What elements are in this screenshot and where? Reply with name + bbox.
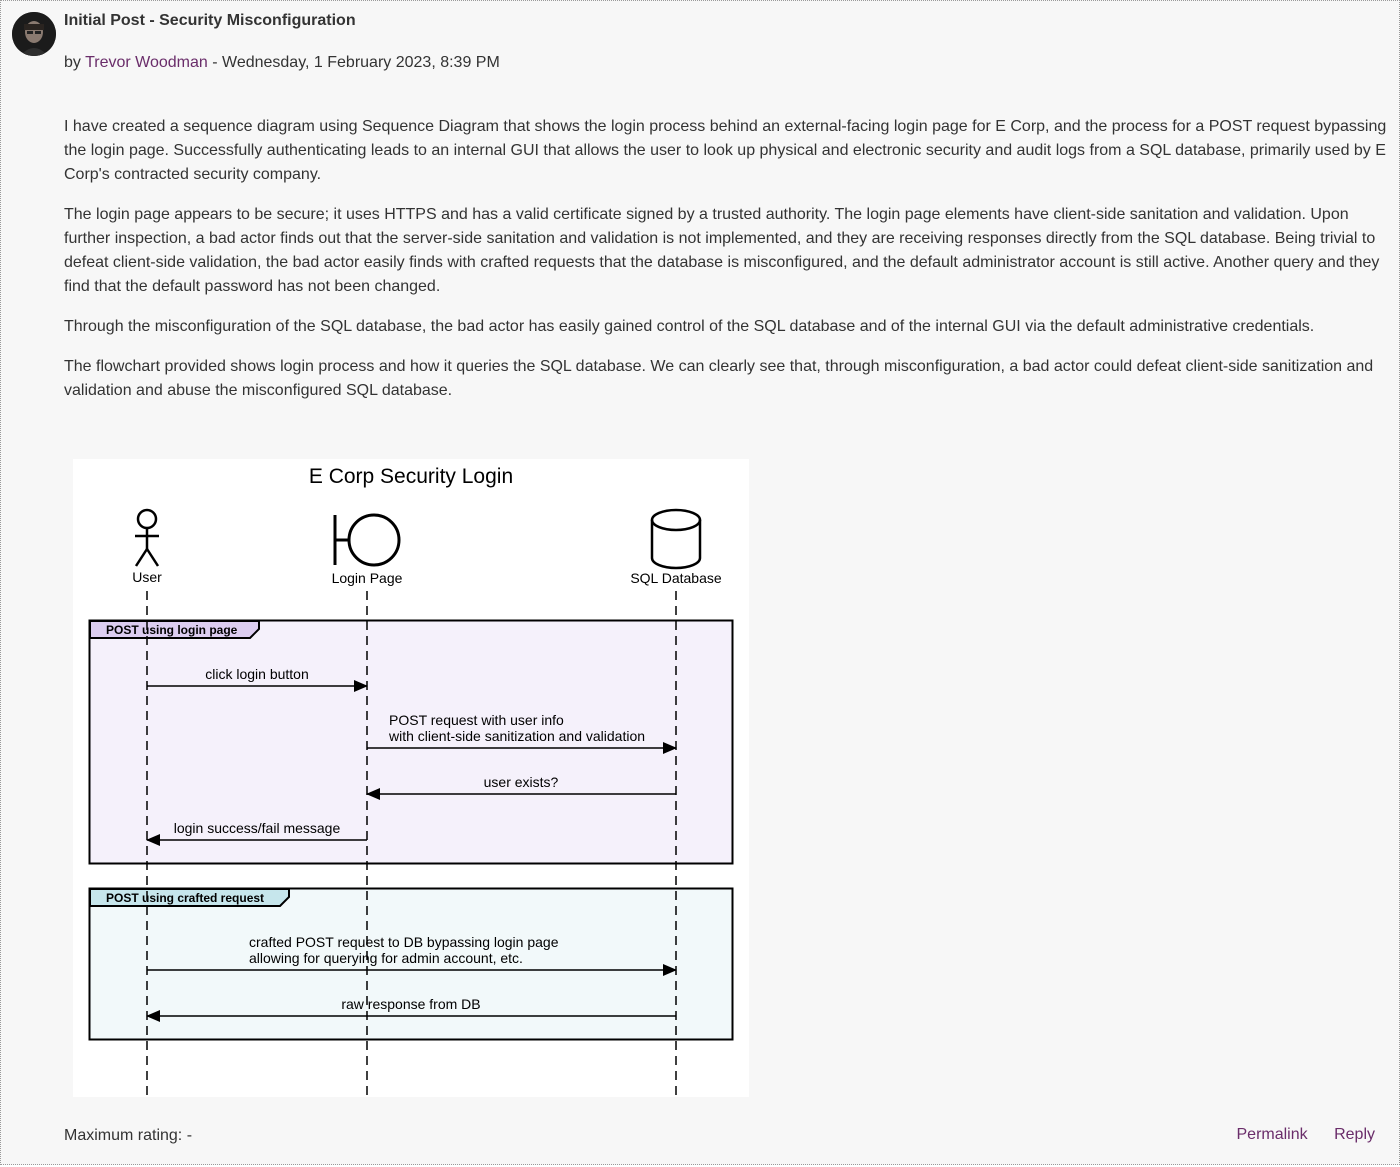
post-byline: by Trevor Woodman - Wednesday, 1 Februar… xyxy=(64,54,500,72)
sequence-diagram-image: E Corp Security Login POST using login p… xyxy=(73,459,749,1097)
group-label-login-page: POST using login page xyxy=(106,623,238,637)
post-paragraph: The flowchart provided shows login proce… xyxy=(64,358,1374,399)
message-label: user exists? xyxy=(484,774,559,790)
message-label: allowing for querying for admin account,… xyxy=(249,950,523,966)
reply-link[interactable]: Reply xyxy=(1334,1126,1375,1143)
message-label: login success/fail message xyxy=(174,820,341,836)
message-label: raw response from DB xyxy=(341,996,480,1012)
forum-post: Initial Post - Security Misconfiguration… xyxy=(0,0,1400,1165)
actor-icon xyxy=(134,508,160,567)
post-subject: Initial Post - Security Misconfiguration xyxy=(64,12,356,29)
byline-prefix: by xyxy=(64,54,86,71)
avatar[interactable] xyxy=(12,12,56,56)
diagram-title: E Corp Security Login xyxy=(309,465,513,488)
sequence-diagram: E Corp Security Login POST using login p… xyxy=(88,465,734,1097)
post-paragraph: I have created a sequence diagram using … xyxy=(64,118,1387,183)
participant-login-page: Login Page xyxy=(332,570,403,586)
post-paragraph: Through the misconfiguration of the SQL … xyxy=(64,318,1315,335)
message-label: with client-side sanitization and valida… xyxy=(388,728,645,744)
post-commands: Permalink Reply xyxy=(1215,1126,1376,1144)
user-picture-icon xyxy=(12,12,56,56)
database-icon xyxy=(650,508,702,570)
boundary-icon xyxy=(333,513,401,567)
post-date: - Wednesday, 1 February 2023, 8:39 PM xyxy=(207,54,500,71)
post-content: I have created a sequence diagram using … xyxy=(64,115,1392,419)
message-label: click login button xyxy=(205,666,309,682)
post-paragraph: The login page appears to be secure; it … xyxy=(64,206,1380,295)
message-label: crafted POST request to DB bypassing log… xyxy=(249,934,559,950)
author-link[interactable]: Trevor Woodman xyxy=(85,54,208,71)
group-label-crafted-request: POST using crafted request xyxy=(106,891,264,905)
participant-user: User xyxy=(132,569,162,585)
rating-label: Maximum rating: - xyxy=(64,1127,193,1144)
message-label: POST request with user info xyxy=(389,712,564,728)
permalink-link[interactable]: Permalink xyxy=(1237,1126,1308,1143)
participant-sql-database: SQL Database xyxy=(630,570,722,586)
